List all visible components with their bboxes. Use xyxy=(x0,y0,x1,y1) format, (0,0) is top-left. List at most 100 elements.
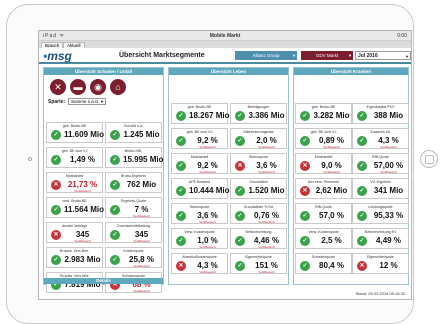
kpi-tile[interactable]: Grundsätzte % KA ✓ 0,76 % Vertilbewertt xyxy=(230,203,287,224)
sparte-value: Summe s.a.G. xyxy=(71,99,100,104)
kpi-label: APE Bestand xyxy=(188,180,211,184)
period-select[interactable]: Jul 2016 ▼ xyxy=(355,51,411,60)
kpi-tile[interactable]: Stiebörkerungsrate ✓ 2,0 % Vertilbewertt xyxy=(230,128,287,149)
kpi-tile[interactable]: Abschlußkostenquote ✕ 4,3 % Vertilbewertt xyxy=(171,253,228,274)
benchmark-select[interactable]: GDV Markt ▼ xyxy=(301,51,353,60)
check-icon: ✓ xyxy=(357,136,367,146)
kpi-tile[interactable]: geb. Brutto-BE ✓ 18.267 Mio xyxy=(171,103,230,124)
kpi-tile[interactable]: Eigenmittelquote ✓ 151 % Vertilbewertt xyxy=(230,253,287,274)
kpi-tile[interactable]: geb. BE zum VJ ✓ 9,2 % Vertilbewertt xyxy=(171,128,228,149)
kpi-sub: Vertilbewertt xyxy=(133,264,150,268)
kpi-tile[interactable]: Br.aufw. Vers.Betr. ✓ 2.983 Mio xyxy=(46,247,103,268)
kpi-tile[interactable]: Anz.vers. Personen ✕ 2,62 Mio xyxy=(295,178,352,199)
kpi-label: Verw.-Kostenquote xyxy=(184,230,215,234)
kpi-label: Anz.vers. Personen xyxy=(307,180,340,184)
kpi-tile[interactable]: geb. BE zum VJ ✓ 0,89 % Vertilbewertt xyxy=(295,128,352,149)
kpi-value: 3,6 % xyxy=(197,211,218,220)
kpi-tile[interactable]: Kostenquote ✓ 25,8 % Vertilbewertt xyxy=(105,247,162,268)
kpi-tile[interactable]: Verw.-Kostenquote ✓ 2,5 % xyxy=(295,228,352,249)
kpi-label: Eigenmittelquote xyxy=(245,255,272,259)
kpi-label: Marktanteil xyxy=(190,155,209,159)
page-header: •msg Übersicht Marktsegmente Allianz Gro… xyxy=(39,48,411,64)
check-icon: ✓ xyxy=(176,186,186,196)
kpi-tile[interactable]: Brutto-Ergebnis ✓ 762 Mio xyxy=(105,172,162,193)
check-icon: ✓ xyxy=(235,261,245,271)
kpi-value: 7 % xyxy=(134,205,149,214)
kpi-tile[interactable]: verd. Brutto-BE ✓ 11.564 Mio xyxy=(46,197,104,218)
kpi-tile[interactable]: geb. Brutto-BE ✓ 11.609 Mio xyxy=(46,122,104,143)
kpi-tile[interactable]: geb. Brutto-BE ✓ 3.282 Mio xyxy=(295,103,352,124)
kpi-tile[interactable]: Ergebnis-Quote ✓ 7 % Vertilbewertt xyxy=(105,197,162,218)
kpi-label: Beteiligungen xyxy=(247,105,270,109)
kpi-tile[interactable]: RfB-Quote ✓ 57,00 % Vertilbewertt xyxy=(352,153,409,174)
panel-kranken: Übersicht Kranken geb. Brutto-BE ✓ 3.282 M… xyxy=(293,67,409,285)
sparte-select[interactable]: Summe s.a.G. ▼ xyxy=(68,98,106,105)
kpi-value: 25,8 % xyxy=(129,255,154,264)
kpi-tile[interactable]: Zuwachs KK ✓ 4,3 % Vertilbewertt xyxy=(352,128,409,149)
kpi-tile[interactable]: geb. BE zum VJ ✓ 1,49 % xyxy=(46,147,103,168)
kpi-value: 0,89 % xyxy=(319,136,344,145)
tools-icon[interactable]: ✕ xyxy=(50,79,66,95)
kpi-tile[interactable]: APE Bestand ✓ 10.444 Mio xyxy=(171,178,229,199)
kpi-tile[interactable]: Stornoquote ✓ 3,6 % Vertilbewertt xyxy=(171,203,228,224)
details-button[interactable]: Details xyxy=(44,278,163,284)
kpi-tile[interactable]: Nettoverzinsung KV ✓ 4,49 % xyxy=(352,228,409,249)
kpi-sub: Vertilbewertt xyxy=(258,245,275,249)
kpi-tile[interactable]: Durchschnittsbeitrag ✓ 345 Vertilbewertt xyxy=(105,222,162,243)
house-icon[interactable]: ⌂ xyxy=(110,79,126,95)
check-icon: ✓ xyxy=(110,230,120,240)
check-icon: ✓ xyxy=(51,205,61,215)
kpi-tile[interactable]: Schoftd s.a. ✓ 1.245 Mio xyxy=(105,122,162,143)
kpi-tile[interactable]: Marktanteil ✕ 21,73 % Vertilbewertt xyxy=(46,172,103,193)
cross-icon: ✕ xyxy=(300,161,310,171)
kpi-label: geb. BE zum VJ xyxy=(310,130,337,134)
kpi-tile[interactable]: Schadenquote ✓ 80,4 % xyxy=(295,253,352,274)
check-icon: ✓ xyxy=(110,130,120,140)
check-icon: ✓ xyxy=(300,261,310,271)
chevron-down-icon: ▼ xyxy=(100,99,104,104)
kpi-value: 15.995 Mio xyxy=(123,155,164,164)
kpi-tile[interactable]: Verw.-Kostenquote ✓ 1,0 % Vertilbewertt xyxy=(171,228,228,249)
kpi-tile[interactable]: Grundsätze ✓ 1.520 Mio xyxy=(230,178,287,199)
check-icon: ✓ xyxy=(357,111,367,121)
kpi-value: 80,4 % xyxy=(319,261,344,270)
kpi-label: Leistungsquote xyxy=(368,205,393,209)
kpi-tile[interactable]: Brutto-KBL ✓ 15.995 Mio xyxy=(105,147,164,168)
kpi-tile[interactable]: Marktanteil ✓ 9,2 % Vertilbewertt xyxy=(171,153,228,174)
kpi-tile[interactable]: Stornoquote ✕ 3,6 % Vertilbewertt xyxy=(230,153,287,174)
kpi-tile[interactable]: VG-Ergebnis ✓ 341 Mio xyxy=(352,178,409,199)
kpi-label: Brutto-Ergebnis xyxy=(121,174,146,178)
cross-icon: ✕ xyxy=(235,161,245,171)
car-icon[interactable]: ▬ xyxy=(70,79,86,95)
kpi-tile[interactable]: RfB-Quote ✓ 57,0 % xyxy=(295,203,352,224)
kpi-value: 388 Mio xyxy=(373,111,404,120)
kpi-value: 9,2 % xyxy=(197,136,218,145)
kpi-value: 18.267 Mio xyxy=(189,111,230,120)
car-crash-icon[interactable]: ◉ xyxy=(90,79,106,95)
sparte-label: Sparte: xyxy=(48,99,66,105)
timestamp: Stand: 05.03.2018 09:16:32 xyxy=(355,291,405,296)
kpi-tile[interactable]: Nettoverzinsung ✓ 4,46 % Vertilbewertt xyxy=(230,228,287,249)
kpi-value: 4,3 % xyxy=(197,261,218,270)
kpi-label: geb. Brutto-BE xyxy=(311,105,336,109)
kpi-tile[interactable]: Beteiligungen ✓ 3.386 Mio xyxy=(230,103,287,124)
status-bar: iPad ᯤ Mobile Markt 0:00 xyxy=(39,31,411,41)
kpi-sub: Vertilbewertt xyxy=(74,239,91,243)
camera-dot xyxy=(28,157,32,161)
kpi-tile[interactable]: Marktanteil ✕ 9,0 % Vertilbewertt xyxy=(295,153,352,174)
kpi-tile[interactable]: Eigenkapital PKV ✓ 388 Mio xyxy=(352,103,409,124)
kpi-label: geb. Brutto-BE xyxy=(62,124,87,128)
check-icon: ✓ xyxy=(235,211,245,221)
kpi-value: 9,2 % xyxy=(197,161,218,170)
kpi-label: Nettoverzinsung KV xyxy=(364,230,397,234)
app-title: Mobile Markt xyxy=(209,33,241,39)
kpi-value: 345 xyxy=(134,230,149,239)
kpi-tile[interactable]: Anzahl Verträge ✕ 345 Vertilbewertt xyxy=(46,222,103,243)
kpi-tile[interactable]: Eigenmittelquote ✕ 12 % xyxy=(352,253,409,274)
check-icon: ✓ xyxy=(176,136,186,146)
kpi-value: 2,5 % xyxy=(321,236,342,245)
kpi-tile[interactable]: Leistungsquote ✓ 95,33 % xyxy=(352,203,409,224)
company-select[interactable]: Allianz Group ▼ xyxy=(235,51,297,60)
home-button[interactable] xyxy=(420,150,438,168)
kpi-label: Grundsätze xyxy=(249,180,268,184)
